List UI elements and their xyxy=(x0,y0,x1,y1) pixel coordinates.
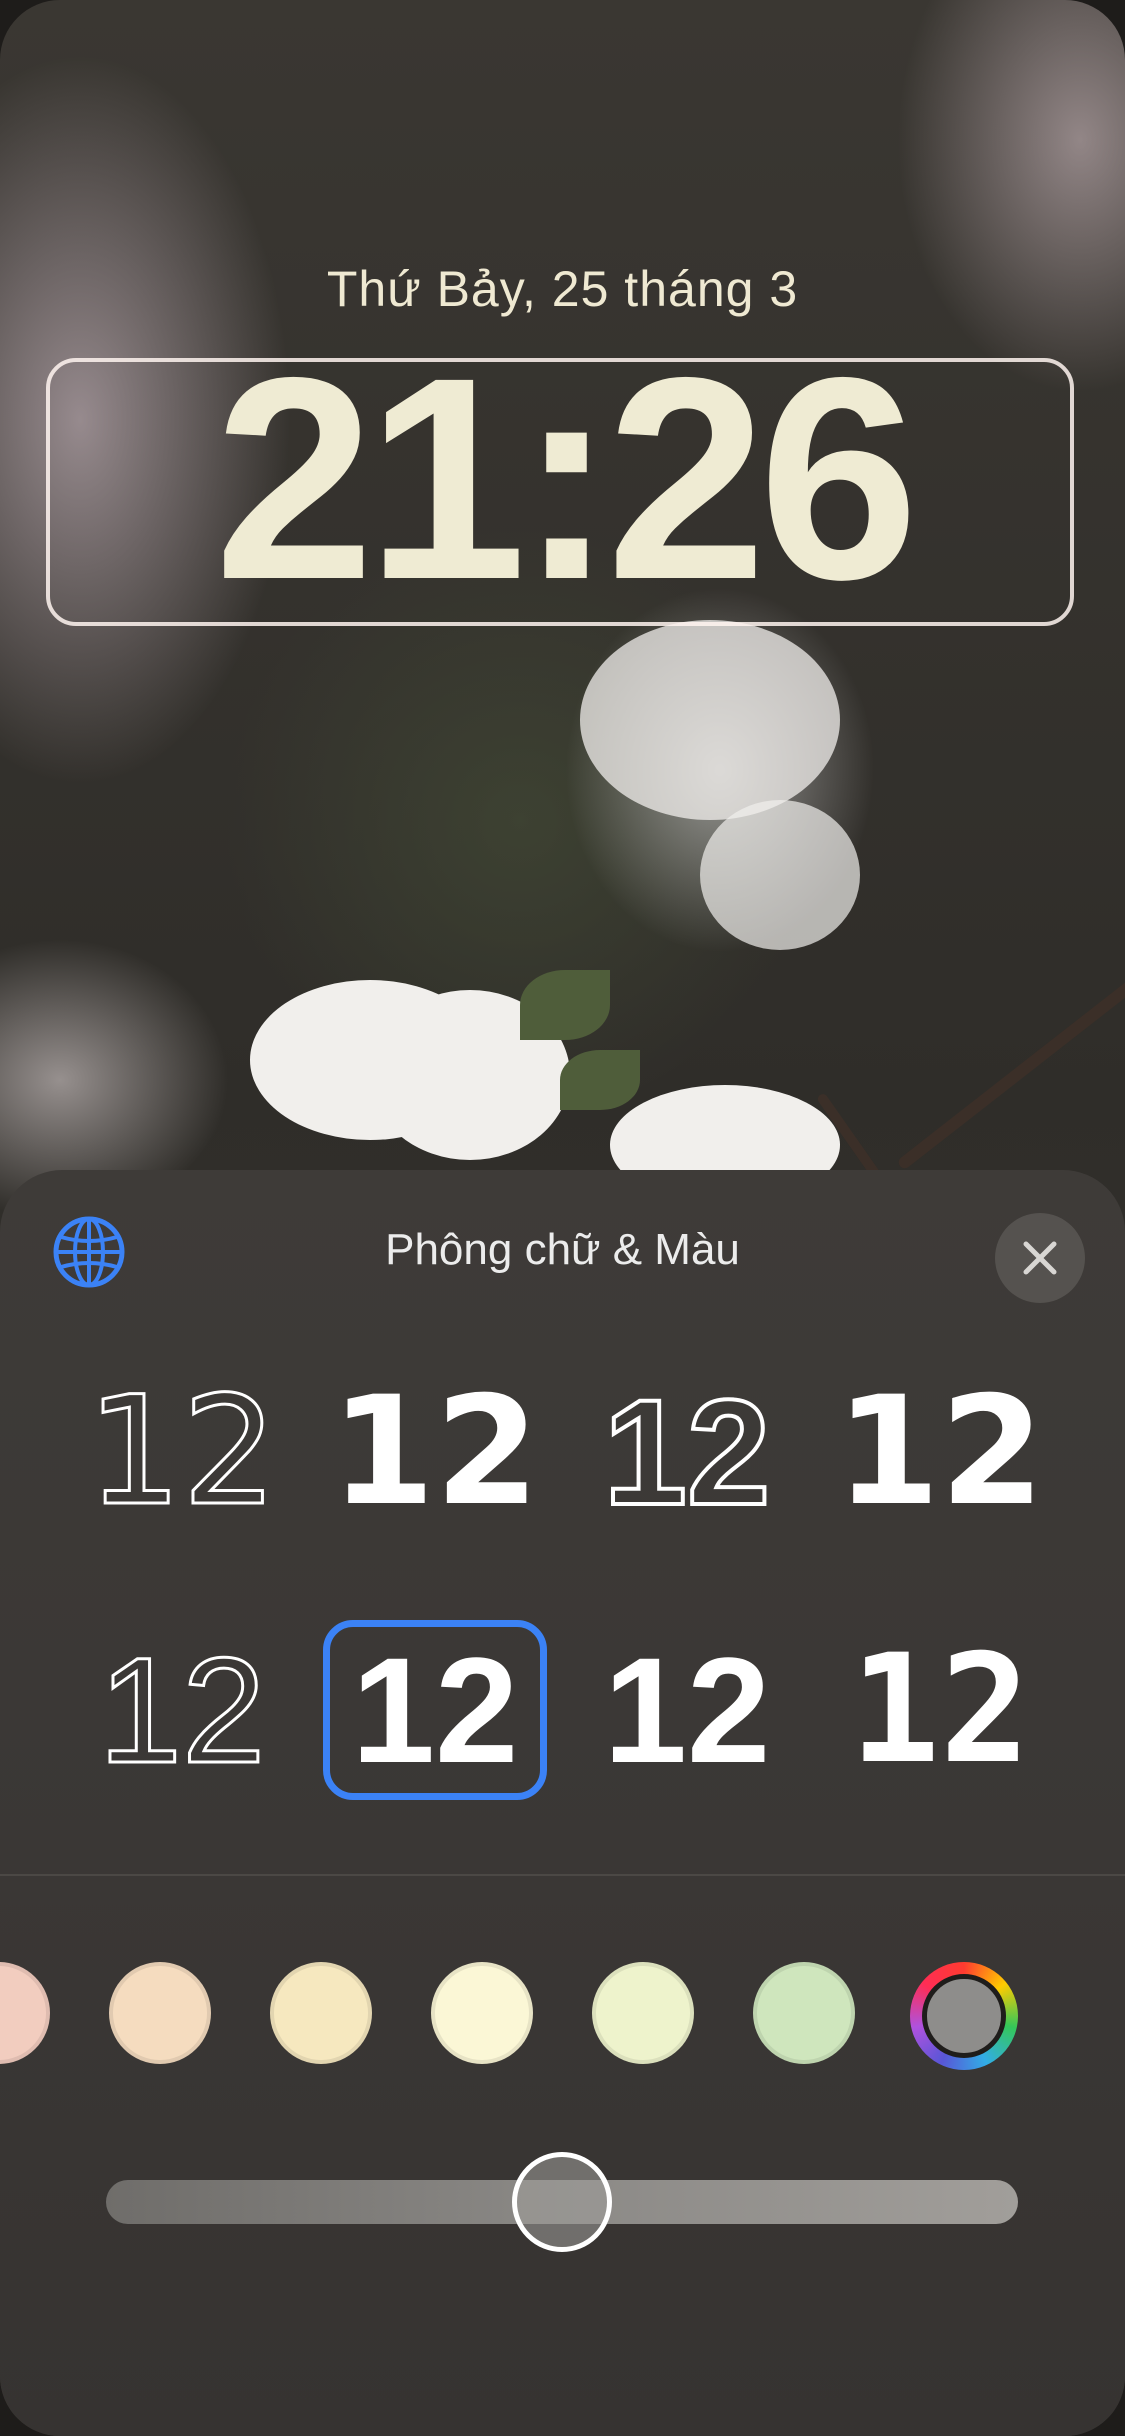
font-sample: 12 xyxy=(603,1626,771,1794)
font-sample: 12 xyxy=(835,1365,1045,1539)
custom-color-preview xyxy=(922,1974,1006,2058)
font-option-6-selected[interactable]: 12 xyxy=(323,1620,547,1800)
section-divider xyxy=(0,1874,1125,1876)
font-option-3[interactable]: 12 xyxy=(575,1362,799,1542)
close-icon xyxy=(1023,1241,1057,1275)
branch-decoration xyxy=(896,976,1125,1171)
slider-thumb[interactable] xyxy=(512,2152,612,2252)
color-swatch-3[interactable] xyxy=(270,1962,372,2064)
color-swatch-2[interactable] xyxy=(109,1962,211,2064)
blossom-decoration xyxy=(580,620,840,820)
lock-screen-clock: 21:26 xyxy=(214,318,919,640)
font-option-4[interactable]: 12 xyxy=(828,1362,1052,1542)
custom-color-picker[interactable] xyxy=(910,1962,1018,2070)
font-sample: 12 xyxy=(330,1365,540,1539)
color-swatch-6[interactable] xyxy=(753,1962,855,2064)
font-sample: 12 xyxy=(85,1365,279,1539)
font-option-2[interactable]: 12 xyxy=(323,1362,547,1542)
color-swatch-4[interactable] xyxy=(431,1962,533,2064)
font-sample: 12 xyxy=(97,1626,267,1794)
sheet-title: Phông chữ & Màu xyxy=(385,1225,740,1274)
font-sample: 12 xyxy=(849,1623,1031,1797)
font-option-5[interactable]: 12 xyxy=(70,1620,294,1800)
font-option-1[interactable]: 12 xyxy=(70,1362,294,1542)
leaf-decoration xyxy=(560,1050,640,1110)
leaf-decoration xyxy=(520,970,610,1040)
font-sample: 12 xyxy=(351,1626,519,1794)
blossom-decoration xyxy=(700,800,860,950)
lock-screen-date: Thứ Bảy, 25 tháng 3 xyxy=(326,261,799,317)
close-button[interactable] xyxy=(995,1213,1085,1303)
font-option-7[interactable]: 12 xyxy=(575,1620,799,1800)
color-swatch-5[interactable] xyxy=(592,1962,694,2064)
font-sample: 12 xyxy=(602,1368,773,1536)
font-option-8[interactable]: 12 xyxy=(828,1620,1052,1800)
